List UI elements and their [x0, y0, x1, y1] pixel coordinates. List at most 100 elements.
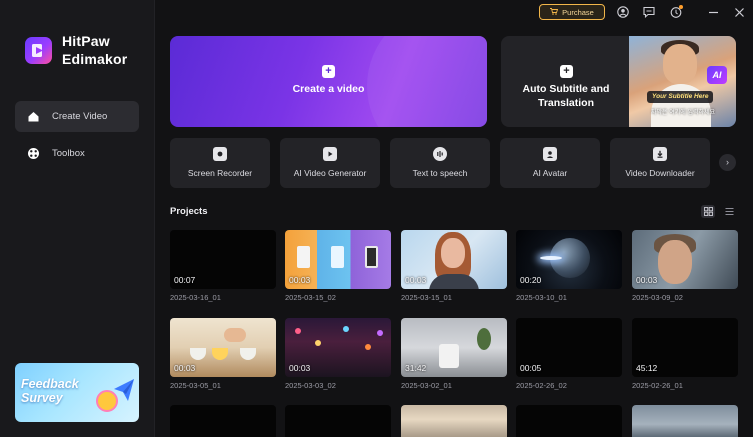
tool-label: Screen Recorder: [187, 168, 253, 178]
sidebar-item-label: Toolbox: [52, 148, 85, 159]
app-name-line2: Edimakor: [62, 51, 128, 67]
neon-light: [315, 340, 321, 346]
project-name: 2025-03-03_02: [285, 381, 336, 390]
project-thumbnail[interactable]: 00:03: [285, 230, 391, 289]
project-name: 2025-03-05_01: [170, 381, 221, 390]
auto-subtitle-card[interactable]: + Auto Subtitle and Translation AI Your …: [501, 36, 736, 127]
user-icon[interactable]: [616, 5, 630, 19]
list-icon: [725, 208, 733, 215]
minimize-icon[interactable]: [706, 5, 720, 19]
brand: HitPaw Edimakor: [25, 32, 127, 68]
project-thumbnail[interactable]: 00:03: [285, 318, 391, 377]
cart-icon: [550, 7, 559, 17]
app-name-line1: HitPaw: [62, 33, 110, 49]
project-thumbnail[interactable]: 00:07: [170, 230, 276, 289]
project-duration: 00:03: [405, 275, 427, 285]
sidebar-item-create-video[interactable]: Create Video: [15, 101, 139, 132]
project-duration: 00:03: [289, 275, 311, 285]
neon-light: [365, 344, 371, 350]
app-logo-icon: [25, 36, 52, 64]
device-image: [331, 246, 344, 268]
purchase-label: Purchase: [562, 7, 594, 17]
text-to-speech-icon: [433, 147, 447, 161]
project-duration: 00:03: [636, 275, 658, 285]
toolbox-icon: [26, 146, 41, 161]
project-thumbnail[interactable]: [401, 405, 507, 437]
device-image: [365, 246, 378, 268]
project-duration: 00:03: [289, 363, 311, 373]
project-thumbnail[interactable]: 00:03: [170, 318, 276, 377]
project-thumbnail[interactable]: 00:03: [401, 230, 507, 289]
project-name: 2025-02-26_01: [632, 381, 683, 390]
auto-subtitle-line2: Translation: [537, 97, 594, 109]
plus-icon: +: [560, 65, 573, 78]
project-thumbnail[interactable]: 45:12: [632, 318, 738, 377]
sidebar: HitPaw Edimakor Create Video Toolbox Fee…: [0, 0, 155, 437]
sidebar-item-label: Create Video: [52, 111, 108, 122]
grid-view-button[interactable]: [701, 205, 715, 218]
project-thumbnail[interactable]: [170, 405, 276, 437]
list-view-button[interactable]: [722, 205, 736, 218]
tool-label: AI Video Generator: [293, 168, 367, 178]
feedback-line2: Survey: [21, 391, 63, 405]
neon-light: [343, 326, 349, 332]
tool-text-to-speech[interactable]: Text to speech: [390, 138, 490, 188]
paper-plane-icon: [114, 379, 134, 401]
auto-subtitle-line1: Auto Subtitle and: [522, 83, 610, 95]
project-name: 2025-03-16_01: [170, 293, 221, 302]
project-thumbnail[interactable]: 00:05: [516, 318, 622, 377]
app-name: HitPaw Edimakor: [62, 32, 127, 68]
feedback-survey-banner[interactable]: Feedback Survey: [15, 363, 139, 422]
project-duration: 45:12: [636, 363, 658, 373]
home-icon: [26, 109, 41, 124]
project-name: 2025-03-15_01: [401, 293, 452, 302]
project-thumbnail[interactable]: 00:03: [632, 230, 738, 289]
message-icon[interactable]: [642, 5, 656, 19]
device-image: [297, 246, 310, 268]
subtitle-preview-text: Your Subtitle Here: [647, 91, 714, 103]
project-name: 2025-03-02_01: [401, 381, 452, 390]
light-flare: [540, 256, 562, 260]
portrait-shirt: [429, 274, 479, 289]
grid-icon: [703, 207, 713, 216]
project-thumbnail[interactable]: 00:20: [516, 230, 622, 289]
video-generator-icon: [323, 147, 337, 161]
chair-image: [439, 344, 459, 368]
tool-ai-avatar[interactable]: AI Avatar: [500, 138, 600, 188]
close-icon[interactable]: [732, 5, 746, 19]
avatar-icon: [543, 147, 557, 161]
tool-ai-video-generator[interactable]: AI Video Generator: [280, 138, 380, 188]
chevron-right-icon: ›: [726, 157, 729, 167]
create-video-card[interactable]: + Create a video: [170, 36, 487, 127]
feedback-survey-text: Feedback Survey: [21, 377, 79, 405]
project-thumbnail[interactable]: 31:42: [401, 318, 507, 377]
tool-label: Text to speech: [412, 168, 468, 178]
purchase-button[interactable]: Purchase: [539, 4, 605, 20]
project-duration: 31:42: [405, 363, 427, 373]
plant-image: [477, 328, 491, 350]
project-thumbnail[interactable]: [632, 405, 738, 437]
tool-label: Video Downloader: [625, 168, 695, 178]
notification-icon[interactable]: [669, 5, 683, 19]
download-icon: [653, 147, 667, 161]
create-video-label: Create a video: [292, 83, 365, 95]
neon-light: [295, 328, 301, 334]
auto-subtitle-label: Auto Subtitle and Translation: [501, 82, 631, 110]
tool-screen-recorder[interactable]: Screen Recorder: [170, 138, 270, 188]
tools-scroll-right-button[interactable]: ›: [719, 154, 736, 171]
project-thumbnail[interactable]: [516, 405, 622, 437]
project-name: 2025-03-15_02: [285, 293, 336, 302]
hand-image: [224, 328, 246, 342]
tool-video-downloader[interactable]: Video Downloader: [610, 138, 710, 188]
subtitle-preview-korean: 자막은 여기에 입력하세요: [651, 110, 716, 116]
sidebar-item-toolbox[interactable]: Toolbox: [15, 138, 139, 169]
project-name: 2025-03-10_01: [516, 293, 567, 302]
plus-icon: +: [322, 65, 335, 78]
project-duration: 00:07: [174, 275, 196, 285]
project-thumbnail[interactable]: [285, 405, 391, 437]
tool-label: AI Avatar: [532, 168, 568, 178]
projects-title: Projects: [170, 206, 208, 217]
bowl-image: [240, 348, 256, 360]
bowl-image: [212, 348, 228, 360]
project-duration: 00:20: [520, 275, 542, 285]
